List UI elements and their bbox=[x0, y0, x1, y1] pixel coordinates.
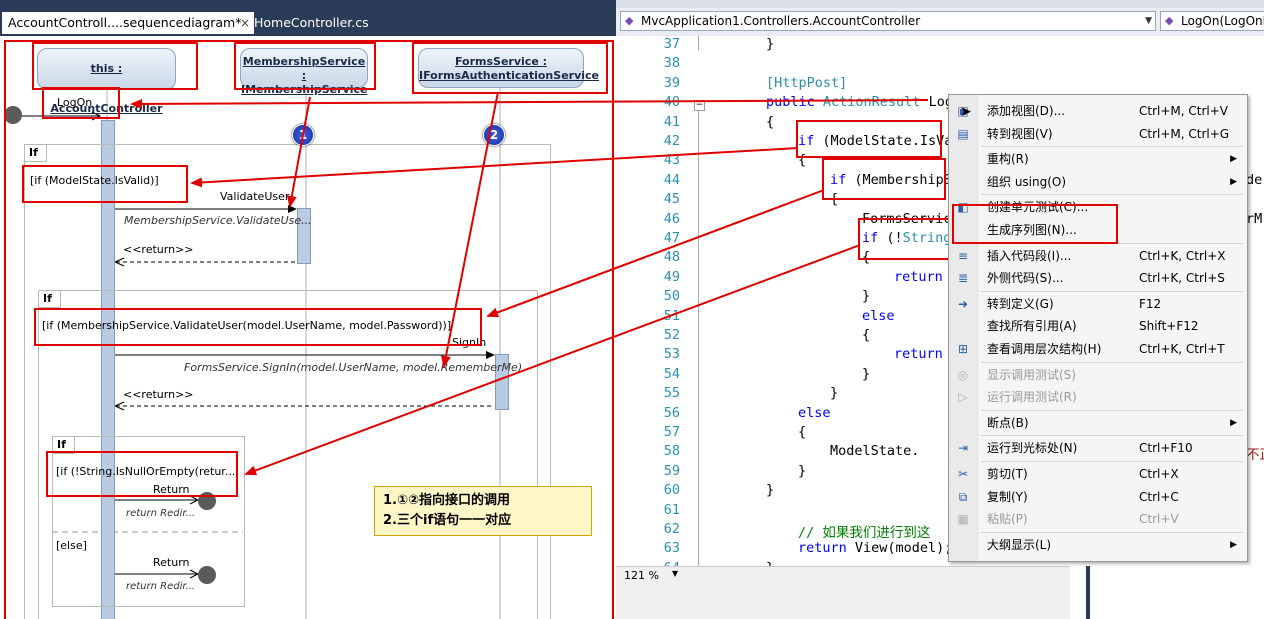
note-line-1: 1.①②指向接口的调用 bbox=[383, 493, 510, 508]
annotation-note: 1.①②指向接口的调用 2.三个if语句一一对应 bbox=[374, 486, 592, 536]
annotation-arrows bbox=[130, 91, 929, 476]
note-line-2: 2.三个if语句一一对应 bbox=[383, 513, 512, 528]
